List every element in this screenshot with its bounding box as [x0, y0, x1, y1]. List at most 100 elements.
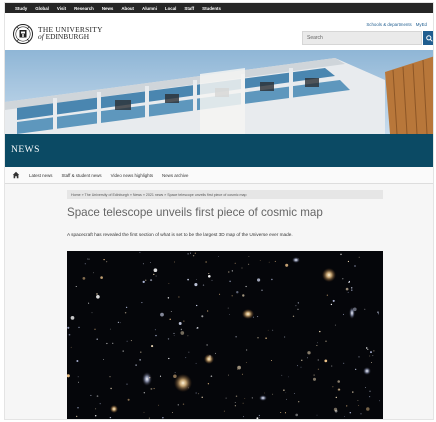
- star-point: [283, 389, 285, 391]
- galaxy-field-image: [67, 251, 383, 419]
- star-point: [325, 340, 327, 342]
- top-nav-students[interactable]: Students: [202, 6, 221, 11]
- star-point: [88, 258, 90, 260]
- subnav-video-news[interactable]: Video news highlights: [111, 173, 153, 178]
- star-point: [94, 415, 97, 417]
- star-point: [231, 295, 233, 297]
- star-point: [187, 335, 189, 337]
- top-nav-alumni[interactable]: Alumni: [142, 6, 157, 11]
- star-point: [198, 393, 200, 395]
- star-point: [182, 403, 185, 405]
- star-point: [168, 283, 170, 284]
- star-point: [103, 359, 105, 360]
- star-point: [178, 322, 182, 325]
- top-nav-research[interactable]: Research: [74, 6, 94, 11]
- star-point: [259, 260, 261, 261]
- top-nav-study[interactable]: Study: [15, 6, 27, 11]
- star-point: [297, 365, 298, 367]
- star-point: [68, 333, 71, 336]
- schools-departments-link[interactable]: Schools & departments: [366, 22, 411, 27]
- star-point: [297, 308, 299, 310]
- star-point: [142, 280, 145, 284]
- star-point: [119, 322, 121, 324]
- top-nav-news[interactable]: News: [102, 6, 113, 11]
- article-title: Space telescope unveils first piece of c…: [67, 206, 323, 219]
- star-point: [372, 355, 374, 357]
- star-point: [117, 321, 119, 323]
- star-point: [326, 294, 328, 296]
- star-point: [358, 256, 360, 258]
- star-point: [272, 329, 274, 331]
- search-input[interactable]: Search: [302, 31, 422, 45]
- top-nav-global[interactable]: Global: [35, 6, 49, 11]
- star-point: [333, 407, 338, 412]
- star-point: [312, 377, 317, 381]
- star-point: [274, 260, 276, 262]
- star-point: [234, 405, 237, 407]
- star-point: [70, 316, 75, 320]
- top-nav-visit[interactable]: Visit: [57, 6, 66, 11]
- star-point: [207, 383, 210, 385]
- breadcrumb[interactable]: Home » The University of Edinburgh » New…: [67, 190, 383, 199]
- star-point: [332, 299, 335, 302]
- top-nav-staff[interactable]: Staff: [184, 6, 194, 11]
- star-point: [369, 390, 371, 392]
- top-nav-local[interactable]: Local: [165, 6, 176, 11]
- star-point: [364, 308, 366, 310]
- star-point: [242, 416, 244, 418]
- star-point: [173, 332, 175, 334]
- star-point: [316, 345, 318, 346]
- top-navigation-bar: Study Global Visit Research News About A…: [5, 3, 433, 13]
- star-point: [357, 400, 359, 401]
- star-point: [109, 376, 111, 378]
- star-point: [141, 302, 143, 304]
- search-button[interactable]: [423, 31, 433, 45]
- star-point: [301, 359, 303, 361]
- star-point: [285, 392, 287, 394]
- star-point: [84, 263, 86, 265]
- myed-link[interactable]: MyEd: [416, 22, 427, 27]
- star-point: [360, 413, 362, 415]
- top-nav-about[interactable]: About: [121, 6, 134, 11]
- star-point: [257, 337, 259, 339]
- star-point: [103, 258, 105, 261]
- star-point: [227, 374, 229, 376]
- star-point: [207, 274, 211, 278]
- star-point: [158, 404, 160, 406]
- star-point: [201, 315, 204, 318]
- star-point: [196, 279, 197, 280]
- search-icon: [425, 34, 433, 42]
- article-hero-image[interactable]: [67, 251, 383, 419]
- university-wordmark[interactable]: THE UNIVERSITY of EDINBURGH: [38, 26, 103, 40]
- star-point: [177, 404, 179, 406]
- home-icon[interactable]: [12, 171, 20, 179]
- subnav-news-archive[interactable]: News archive: [162, 173, 188, 178]
- star-point: [174, 261, 175, 263]
- star-point: [139, 359, 141, 361]
- star-point: [96, 294, 100, 299]
- star-point: [153, 388, 155, 390]
- page-frame: Study Global Visit Research News About A…: [4, 2, 434, 420]
- star-point: [252, 316, 254, 318]
- star-point: [194, 283, 198, 287]
- star-point: [154, 329, 156, 331]
- star-point: [167, 338, 170, 340]
- news-subnav: Latest news Staff & student news Video n…: [5, 167, 433, 184]
- section-title[interactable]: NEWS: [11, 145, 40, 155]
- star-point: [205, 261, 207, 263]
- star-point: [257, 316, 259, 318]
- university-crest-icon[interactable]: [13, 23, 33, 45]
- star-point: [377, 313, 379, 315]
- star-point: [265, 337, 267, 339]
- star-point: [126, 383, 128, 385]
- star-point: [95, 408, 97, 410]
- subnav-staff-student-news[interactable]: Staff & student news: [61, 173, 101, 178]
- article-standfirst: A spacecraft has revealed the first sect…: [67, 232, 293, 237]
- star-point: [172, 412, 173, 413]
- star-point: [153, 273, 155, 276]
- subnav-latest-news[interactable]: Latest news: [29, 173, 52, 178]
- star-point: [343, 415, 345, 417]
- star-point: [293, 393, 295, 394]
- star-point: [76, 359, 79, 363]
- star-point: [377, 311, 379, 313]
